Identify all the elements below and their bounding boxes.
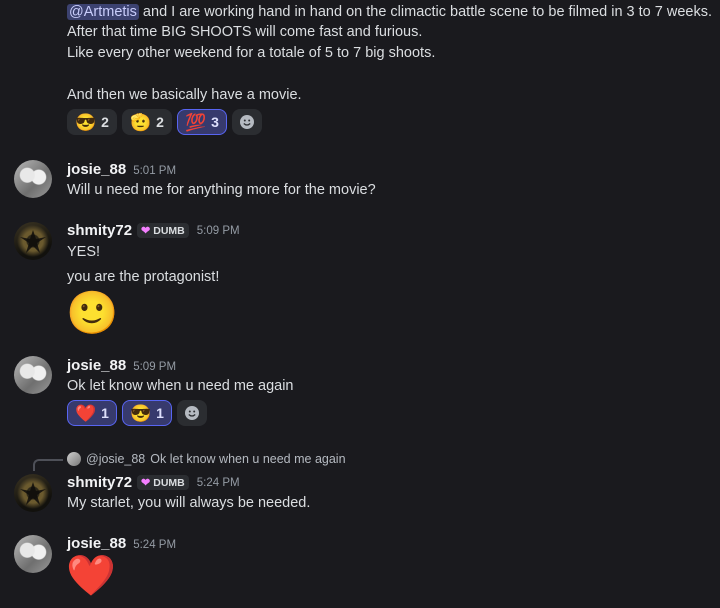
timestamp: 5:24 PM bbox=[133, 539, 177, 551]
heart-icon: ❤ bbox=[141, 225, 151, 237]
heart-emoji-icon: ❤️ bbox=[75, 403, 97, 423]
message-line: @Artmetis and I are working hand in hand… bbox=[67, 2, 712, 23]
username[interactable]: josie_88 bbox=[67, 161, 126, 178]
username[interactable]: josie_88 bbox=[67, 535, 126, 552]
message-header: shmity72 ❤ DUMB 5:09 PM bbox=[67, 222, 240, 239]
heart-emoji-icon: ❤️ bbox=[66, 554, 116, 598]
timestamp: 5:01 PM bbox=[133, 165, 177, 177]
message-header: josie_88 5:24 PM bbox=[67, 535, 176, 552]
avatar[interactable] bbox=[14, 222, 52, 260]
message-text: My starlet, you will always be needed. bbox=[67, 495, 311, 511]
reaction-hundred[interactable]: 💯 3 bbox=[176, 109, 227, 135]
reaction-heart[interactable]: ❤️ 1 bbox=[67, 400, 117, 426]
eagle-emblem-icon bbox=[20, 482, 46, 505]
message-text: YES! bbox=[67, 244, 101, 260]
reaction-salute[interactable]: 🫡 2 bbox=[121, 109, 172, 135]
message-line: And then we basically have a movie. bbox=[67, 87, 302, 103]
message-header: josie_88 5:01 PM bbox=[67, 161, 176, 178]
role-tag[interactable]: ❤ DUMB bbox=[137, 223, 189, 238]
reaction-count: 2 bbox=[101, 114, 109, 130]
reply-avatar bbox=[67, 452, 81, 466]
reaction-sunglasses[interactable]: 😎 2 bbox=[67, 109, 117, 135]
timestamp: 5:09 PM bbox=[133, 361, 177, 373]
username[interactable]: shmity72 bbox=[67, 474, 132, 491]
smiley-add-icon bbox=[184, 406, 199, 420]
heart-icon: ❤ bbox=[141, 477, 151, 489]
slight-smile-emoji-icon: 🙂 bbox=[66, 289, 119, 336]
sunglasses-emoji-icon: 😎 bbox=[129, 403, 152, 423]
reply-author: @josie_88 bbox=[86, 452, 146, 466]
message-line: Like every other weekend for a totale of… bbox=[67, 45, 436, 61]
role-tag[interactable]: ❤ DUMB bbox=[137, 475, 189, 490]
smiley-add-icon bbox=[239, 115, 254, 129]
username[interactable]: shmity72 bbox=[67, 222, 132, 239]
reaction-bar: ❤️ 1 😎 1 bbox=[67, 400, 207, 426]
avatar[interactable] bbox=[14, 474, 52, 512]
reaction-count: 2 bbox=[156, 114, 164, 130]
hundred-points-emoji-icon: 💯 bbox=[184, 112, 207, 132]
avatar[interactable] bbox=[14, 160, 52, 198]
username[interactable]: josie_88 bbox=[67, 357, 126, 374]
reply-preview[interactable]: @josie_88 Ok let know when u need me aga… bbox=[67, 452, 346, 466]
message-line: After that time BIG SHOOTS will come fas… bbox=[67, 24, 423, 40]
eagle-emblem-icon bbox=[20, 230, 46, 253]
reply-connector bbox=[33, 459, 63, 471]
message-text: you are the protagonist! bbox=[67, 269, 220, 285]
reaction-count: 1 bbox=[101, 405, 109, 421]
salute-emoji-icon: 🫡 bbox=[129, 112, 152, 132]
reply-snippet: Ok let know when u need me again bbox=[150, 452, 346, 466]
add-reaction-button[interactable] bbox=[176, 400, 207, 426]
message-text: Will u need me for anything more for the… bbox=[67, 182, 376, 198]
message-text: and I are working hand in hand on the cl… bbox=[138, 4, 712, 20]
timestamp: 5:24 PM bbox=[196, 476, 240, 489]
message-header: shmity72 ❤ DUMB 5:24 PM bbox=[67, 474, 240, 491]
timestamp: 5:09 PM bbox=[196, 224, 240, 237]
avatar[interactable] bbox=[14, 535, 52, 573]
message-text: Ok let know when u need me again bbox=[67, 378, 294, 394]
add-reaction-button[interactable] bbox=[231, 109, 262, 135]
message-header: josie_88 5:09 PM bbox=[67, 357, 176, 374]
avatar[interactable] bbox=[14, 356, 52, 394]
reaction-bar: 😎 2 🫡 2 💯 3 bbox=[67, 109, 262, 135]
reaction-sunglasses[interactable]: 😎 1 bbox=[121, 400, 172, 426]
reaction-count: 3 bbox=[211, 114, 219, 130]
sunglasses-emoji-icon: 😎 bbox=[75, 112, 97, 132]
user-mention[interactable]: @Artmetis bbox=[67, 4, 139, 20]
reaction-count: 1 bbox=[156, 405, 164, 421]
